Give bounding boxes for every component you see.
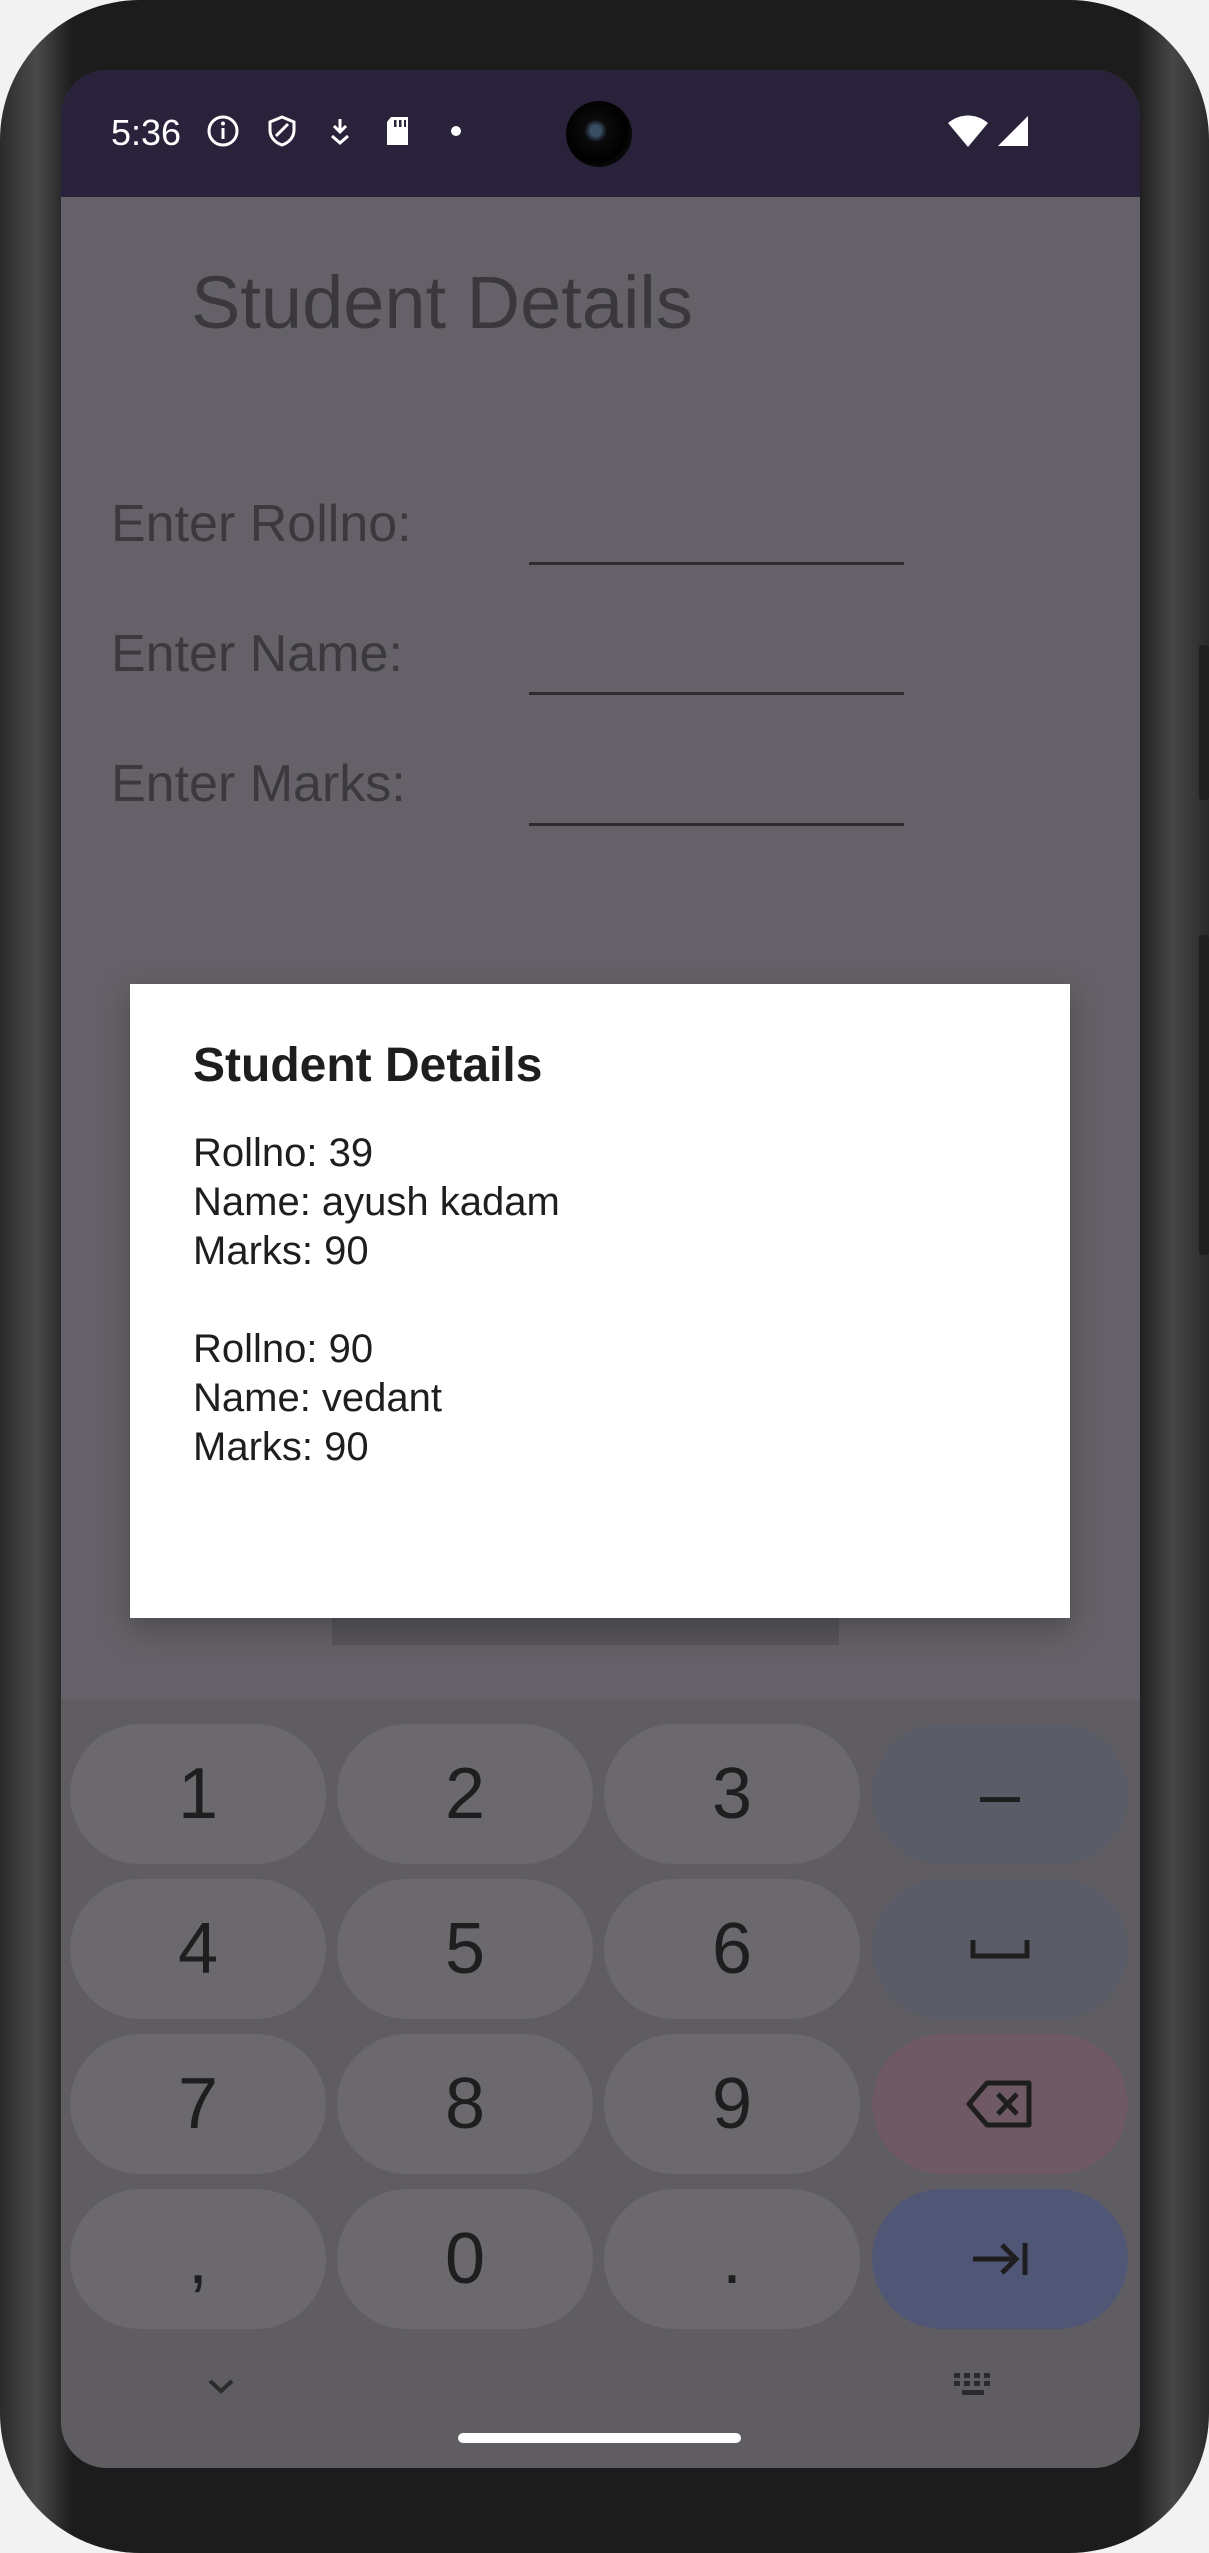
record-marks: Marks: 90 (193, 1425, 369, 1469)
space-key[interactable] (872, 1879, 1128, 2019)
key-9[interactable]: 9 (604, 2034, 860, 2174)
dialog-message: Rollno: 39 Name: ayush kadam Marks: 90 R… (193, 1129, 1013, 1521)
key-period[interactable]: . (604, 2189, 860, 2329)
download-icon (331, 119, 349, 145)
name-input[interactable] (529, 692, 904, 695)
key-3[interactable]: 3 (604, 1724, 860, 1864)
name-label: Enter Name: (111, 625, 403, 683)
numeric-keyboard: 1 2 3 – 4 5 6 7 8 9 , 0 . (61, 1700, 1140, 2468)
phone-frame: 5:36 Student Details Enter Rollno: Enter… (0, 0, 1209, 2553)
student-record: Rollno: 90 Name: vedant Marks: 90 (193, 1325, 1013, 1472)
key-1[interactable]: 1 (70, 1724, 326, 1864)
status-time: 5:36 (111, 112, 182, 153)
tab-next-icon (973, 2243, 1028, 2275)
key-7[interactable]: 7 (70, 2034, 326, 2174)
marks-input[interactable] (529, 823, 904, 826)
front-camera (566, 101, 632, 167)
student-details-dialog: Student Details Rollno: 39 Name: ayush k… (130, 984, 1070, 1618)
volume-button (1199, 935, 1209, 1255)
key-6[interactable]: 6 (604, 1879, 860, 2019)
key-2[interactable]: 2 (337, 1724, 593, 1864)
keyboard-icon[interactable] (952, 2371, 996, 2401)
record-rollno: Rollno: 39 (193, 1131, 374, 1175)
shield-icon (268, 115, 296, 147)
page-title: Student Details (191, 261, 693, 344)
status-bar: 5:36 (61, 70, 1140, 197)
dot-icon (451, 126, 461, 136)
screen: 5:36 Student Details Enter Rollno: Enter… (61, 70, 1140, 2468)
chevron-down-icon[interactable] (206, 2376, 236, 2396)
key-comma[interactable]: , (70, 2189, 326, 2329)
key-minus[interactable]: – (872, 1724, 1128, 1864)
record-marks: Marks: 90 (193, 1229, 369, 1273)
home-indicator[interactable] (458, 2433, 741, 2443)
record-name: Name: ayush kadam (193, 1180, 560, 1224)
key-8[interactable]: 8 (337, 2034, 593, 2174)
marks-label: Enter Marks: (111, 755, 406, 813)
record-rollno: Rollno: 90 (193, 1327, 374, 1371)
rollno-label: Enter Rollno: (111, 495, 412, 553)
key-4[interactable]: 4 (70, 1879, 326, 2019)
student-record: Rollno: 39 Name: ayush kadam Marks: 90 (193, 1129, 1013, 1276)
sd-card-icon (387, 117, 408, 145)
delete-key[interactable] (872, 2034, 1128, 2174)
signal-icon (998, 116, 1028, 146)
next-key[interactable] (872, 2189, 1128, 2329)
key-0[interactable]: 0 (337, 2189, 593, 2329)
rollno-input[interactable] (529, 562, 904, 565)
wifi-icon (948, 115, 988, 147)
record-name: Name: vedant (193, 1376, 443, 1420)
space-icon (970, 1940, 1030, 1959)
backspace-icon (966, 2080, 1032, 2128)
power-button (1199, 645, 1209, 800)
dialog-title: Student Details (193, 1039, 543, 1092)
key-5[interactable]: 5 (337, 1879, 593, 2019)
info-icon (207, 115, 239, 147)
